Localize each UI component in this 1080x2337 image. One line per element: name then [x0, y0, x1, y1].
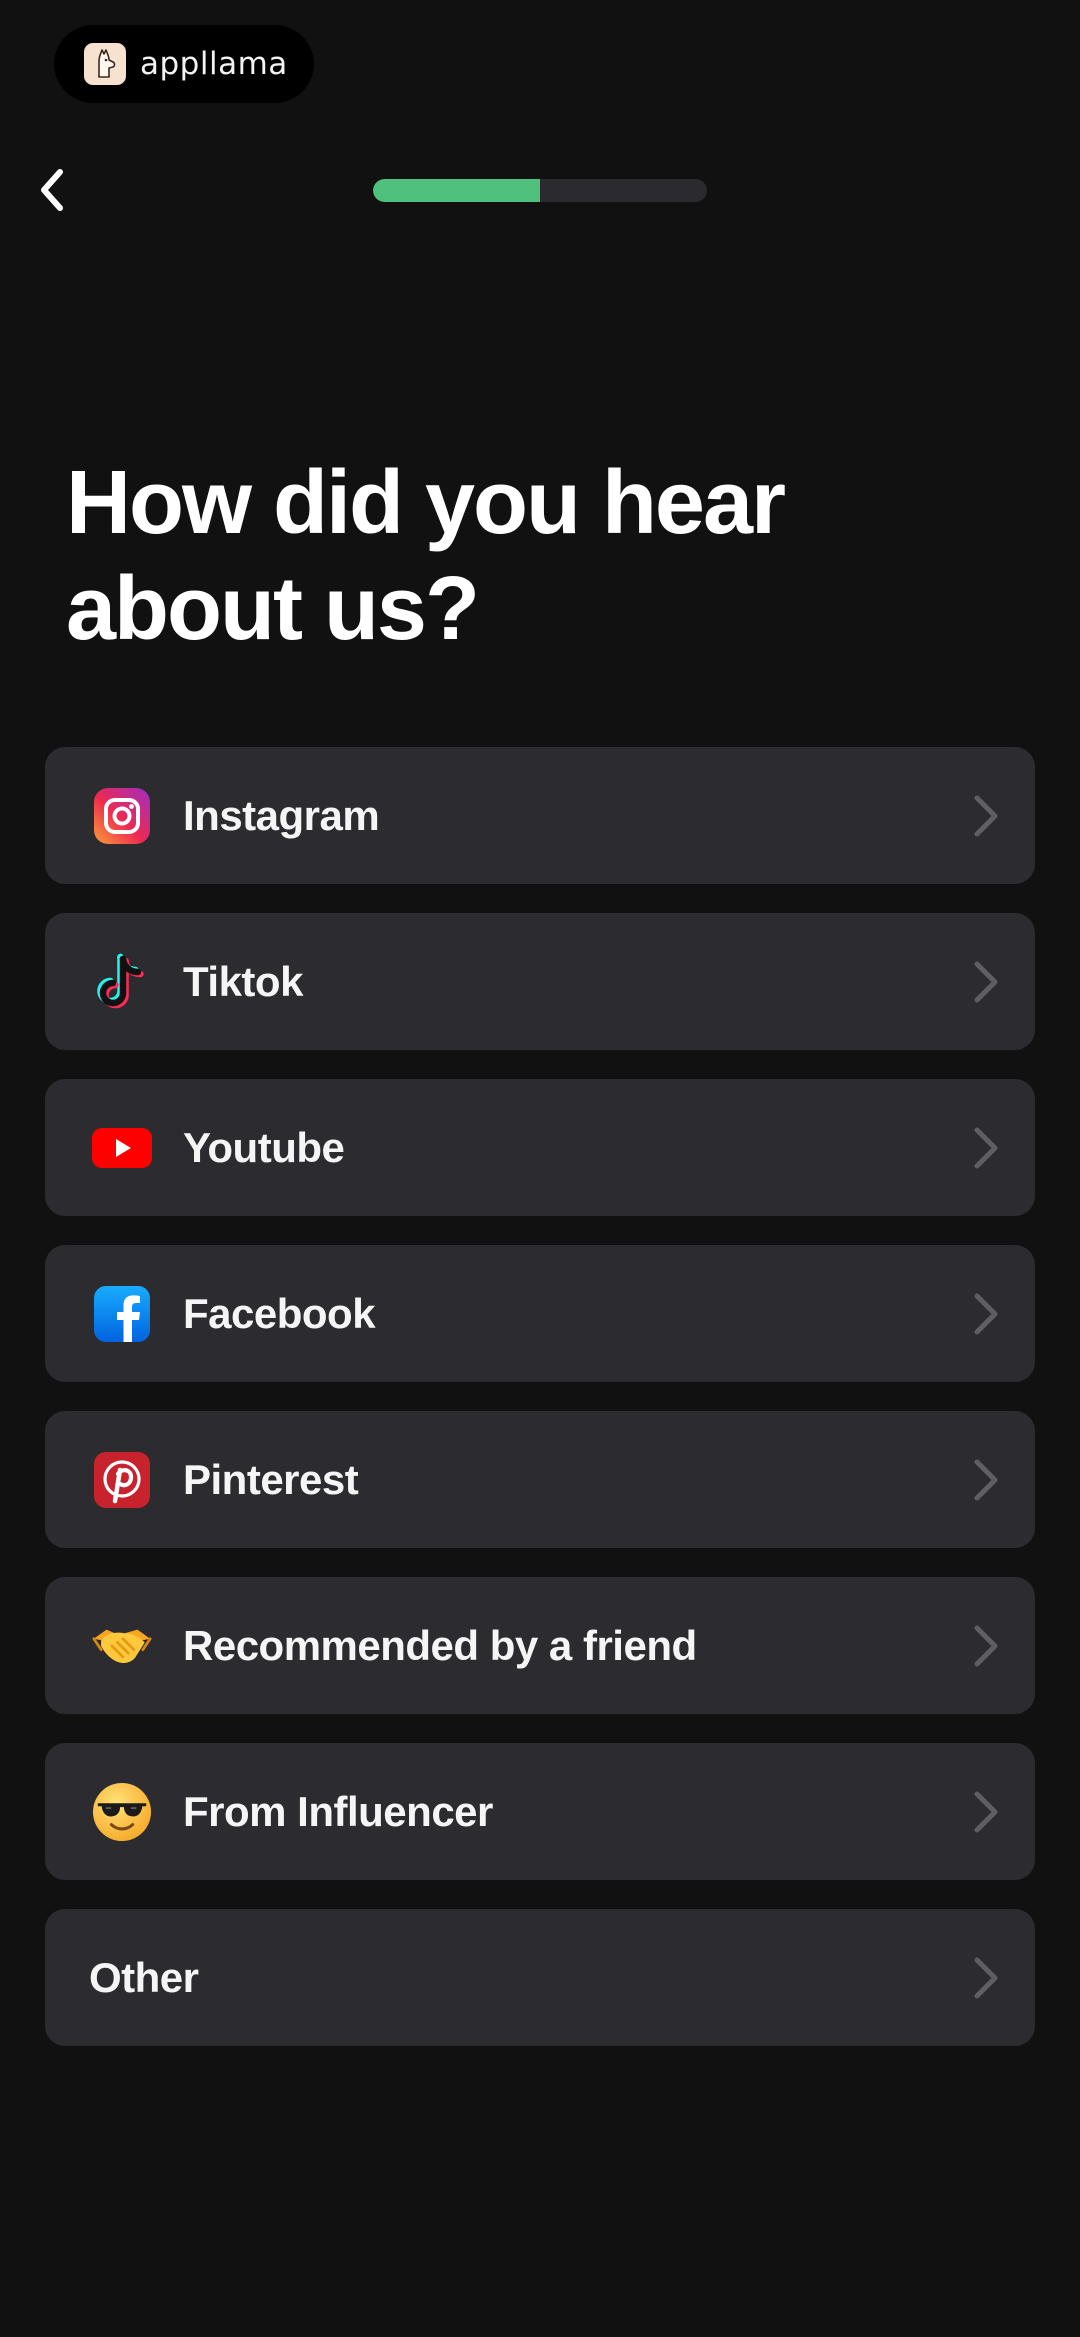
option-other[interactable]: Other: [45, 1909, 1035, 2046]
pinterest-icon: [92, 1450, 152, 1510]
instagram-icon: [92, 786, 152, 846]
chevron-right-icon: [974, 1791, 998, 1832]
title-line-2: about us?: [66, 559, 480, 659]
option-tiktok[interactable]: Tiktok: [45, 913, 1035, 1050]
option-label: Facebook: [183, 1289, 376, 1337]
chevron-right-icon: [974, 795, 998, 836]
chevron-right-icon: [974, 1127, 998, 1168]
back-button[interactable]: [22, 160, 82, 220]
option-youtube[interactable]: Youtube: [45, 1079, 1035, 1216]
llama-icon: [84, 43, 126, 85]
handshake-emoji-icon: [92, 1616, 152, 1676]
option-label: From Influencer: [183, 1787, 493, 1835]
app-badge: appllama: [54, 25, 314, 103]
option-instagram[interactable]: Instagram: [45, 747, 1035, 884]
option-label: Recommended by a friend: [183, 1621, 697, 1669]
option-pinterest[interactable]: Pinterest: [45, 1411, 1035, 1548]
chevron-right-icon: [974, 961, 998, 1002]
progress-bar: [373, 179, 707, 202]
chevron-right-icon: [974, 1625, 998, 1666]
option-label: Instagram: [183, 791, 380, 839]
title-line-1: How did you hear: [66, 453, 786, 553]
youtube-icon: [92, 1118, 152, 1178]
sunglasses-face-emoji-icon: [92, 1782, 152, 1842]
option-label: Pinterest: [183, 1455, 359, 1503]
facebook-icon: [92, 1284, 152, 1344]
page-title: How did you hear about us?: [66, 450, 966, 662]
source-options-list: Instagram Tiktok Youtube Facebook Pinter…: [45, 747, 1035, 2075]
chevron-right-icon: [974, 1957, 998, 1998]
option-facebook[interactable]: Facebook: [45, 1245, 1035, 1382]
option-friend[interactable]: Recommended by a friend: [45, 1577, 1035, 1714]
chevron-left-icon: [41, 169, 63, 211]
option-label: Youtube: [183, 1123, 345, 1171]
chevron-right-icon: [974, 1459, 998, 1500]
chevron-right-icon: [974, 1293, 998, 1334]
tiktok-icon: [92, 952, 152, 1012]
option-influencer[interactable]: From Influencer: [45, 1743, 1035, 1880]
progress-fill: [373, 179, 540, 202]
option-label: Other: [89, 1953, 199, 2001]
option-label: Tiktok: [183, 957, 303, 1005]
brand-name: appllama: [140, 46, 288, 82]
